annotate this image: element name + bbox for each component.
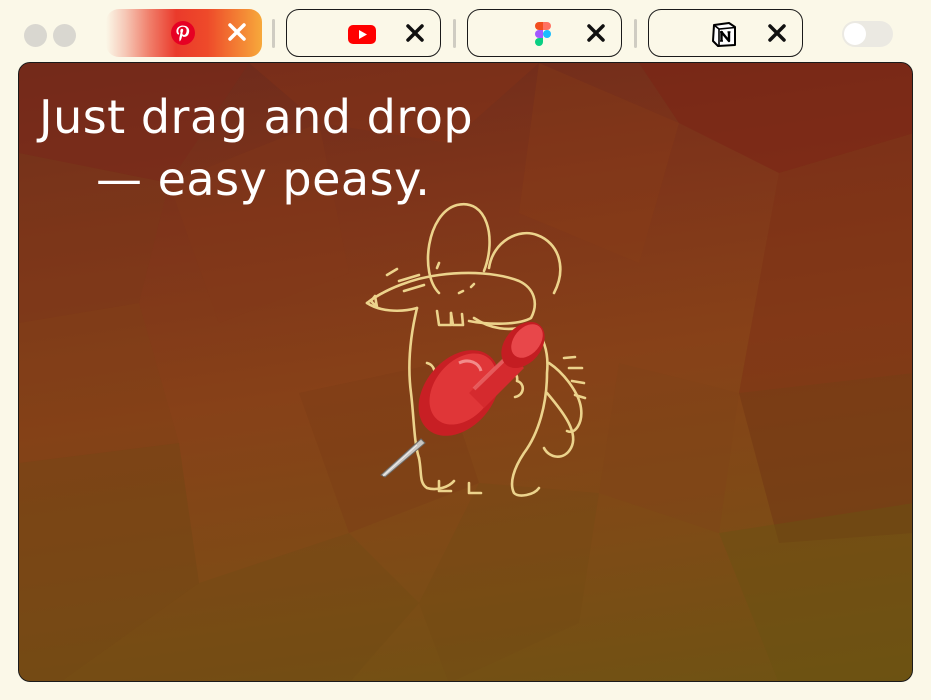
pushpin-icon bbox=[380, 321, 545, 478]
hero-headline: Just drag and drop — easy peasy. bbox=[39, 86, 473, 210]
close-icon[interactable] bbox=[585, 22, 607, 44]
tab-pinterest[interactable] bbox=[106, 9, 262, 57]
notion-icon bbox=[709, 19, 739, 49]
pinterest-icon bbox=[168, 18, 198, 48]
tab-notion[interactable] bbox=[648, 9, 803, 57]
tab-separator bbox=[453, 19, 456, 48]
mouse-pushpin-illustration bbox=[365, 202, 587, 497]
toggle-knob bbox=[844, 23, 866, 45]
youtube-icon bbox=[347, 19, 377, 49]
tab-separator bbox=[634, 19, 637, 48]
drop-area[interactable]: Just drag and drop — easy peasy. bbox=[18, 62, 913, 682]
close-icon[interactable] bbox=[226, 21, 248, 43]
window-controls bbox=[24, 24, 76, 47]
figma-icon bbox=[528, 19, 558, 49]
tab-youtube[interactable] bbox=[286, 9, 441, 57]
window-dot[interactable] bbox=[53, 24, 76, 47]
tab-figma[interactable] bbox=[467, 9, 622, 57]
tab-separator bbox=[272, 19, 275, 48]
close-icon[interactable] bbox=[766, 22, 788, 44]
mouse-sketch bbox=[365, 202, 587, 497]
theme-toggle[interactable] bbox=[842, 21, 893, 47]
window-dot[interactable] bbox=[24, 24, 47, 47]
close-icon[interactable] bbox=[404, 22, 426, 44]
hero-line-1: Just drag and drop bbox=[39, 90, 474, 144]
